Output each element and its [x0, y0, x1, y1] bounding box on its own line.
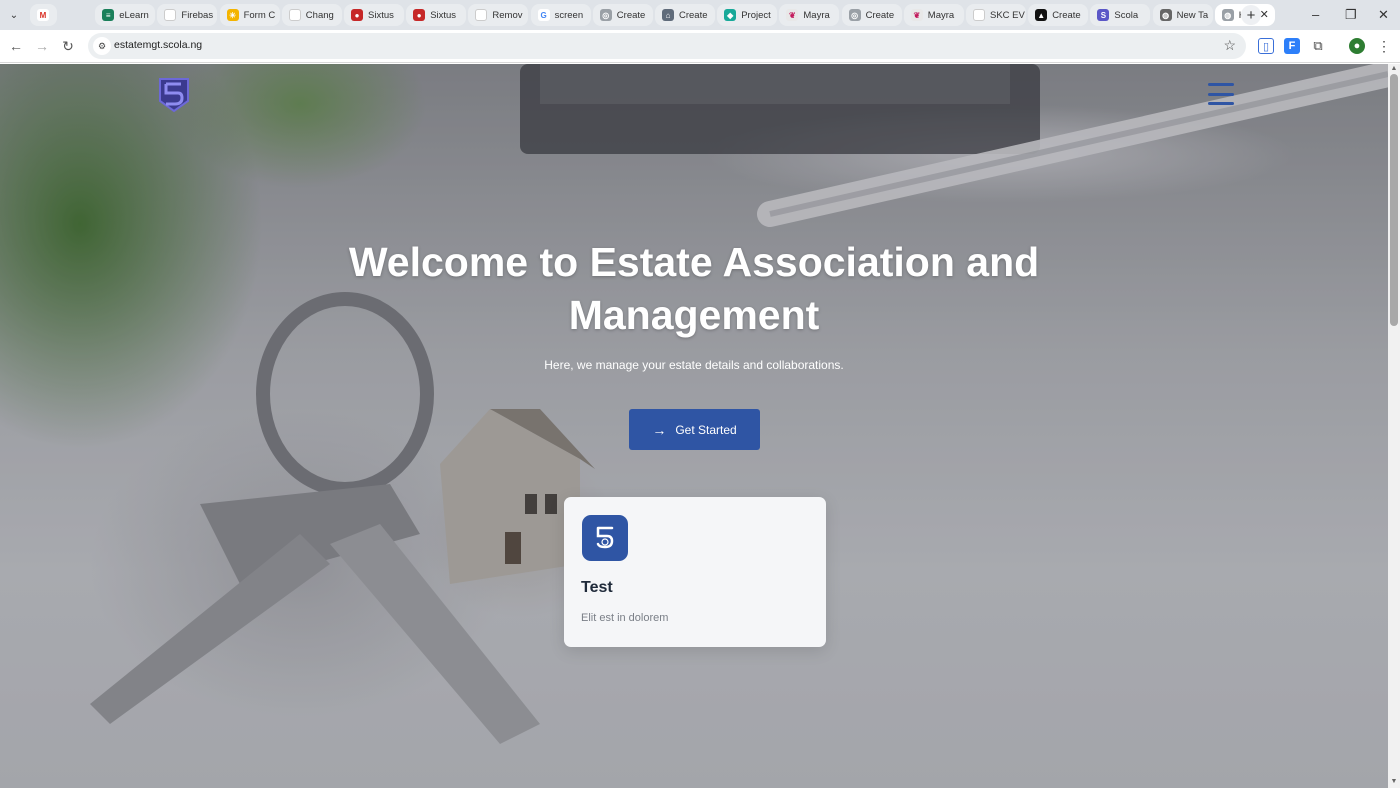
- tab-label: SKC EV: [990, 9, 1025, 21]
- minimize-icon[interactable]: –: [1312, 7, 1319, 22]
- browser-tab[interactable]: ● Sixtus: [344, 4, 404, 26]
- browser-tab[interactable]: ◎ Create: [841, 4, 902, 26]
- page-scrollbar[interactable]: ▲ ▼: [1388, 64, 1400, 788]
- tab-label: Project: [741, 9, 771, 21]
- card-title: Test: [581, 579, 613, 596]
- browser-tab[interactable]: ✳ Form C: [219, 4, 280, 26]
- tab-label: Form C: [243, 9, 276, 21]
- reload-icon[interactable]: ↻: [59, 37, 77, 55]
- tab-label: Chang: [305, 9, 334, 21]
- tab-favicon-icon: ▲: [1035, 9, 1048, 21]
- tab-favicon-icon: [164, 9, 177, 21]
- site-logo[interactable]: [158, 77, 190, 113]
- feature-card[interactable]: Test Elit est in dolorem: [564, 497, 826, 647]
- browser-tab[interactable]: ❦ Mayra: [779, 4, 840, 26]
- extension-translate-icon[interactable]: F: [1284, 38, 1300, 54]
- page-viewport: Welcome to Estate Association and Manage…: [0, 64, 1388, 788]
- tab-favicon-icon: ❦: [910, 9, 923, 21]
- tab-label: Remov: [492, 9, 523, 21]
- back-icon[interactable]: ←: [7, 37, 25, 55]
- profile-avatar[interactable]: ●: [1349, 38, 1365, 54]
- tab-favicon-icon: ◎: [599, 9, 612, 21]
- tab-favicon-icon: ●: [413, 9, 426, 21]
- scroll-thumb[interactable]: [1390, 74, 1398, 326]
- arrow-right-icon: →: [652, 421, 667, 438]
- browser-tab[interactable]: Gscreen: [530, 4, 591, 26]
- tab-favicon-icon: S: [1097, 9, 1110, 21]
- browser-tab[interactable]: ❦ Mayra: [903, 4, 964, 26]
- tab-favicon-icon: ◍: [1221, 9, 1234, 21]
- tab-favicon-icon: ●: [351, 9, 363, 21]
- tab-label: Create: [865, 9, 895, 21]
- tab-favicon-icon: [475, 9, 488, 21]
- browser-tab[interactable]: ● Sixtus: [406, 4, 467, 26]
- browser-tab[interactable]: ≡ eLearn: [95, 4, 156, 26]
- tab-label: eLearn: [119, 9, 149, 21]
- browser-tab[interactable]: ▲ Create: [1028, 4, 1089, 26]
- tab-label: Sixtus: [430, 9, 457, 21]
- bookmark-star-icon[interactable]: ☆: [1223, 37, 1236, 54]
- browser-tab[interactable]: ◎ Create: [592, 4, 653, 26]
- tab-label: Sixtus: [368, 9, 394, 21]
- url-text[interactable]: estatemgt.scola.ng: [114, 39, 202, 51]
- site-info-icon[interactable]: ⚙: [93, 37, 111, 55]
- tab-favicon-icon: M: [37, 9, 49, 21]
- tab-favicon-icon: ⌂: [662, 9, 674, 21]
- tab-label: screen: [554, 9, 584, 21]
- browser-toolbar: ← → ↻ ⚙ estatemgt.scola.ng ☆ ▯ F ⧉ ● ⋮: [0, 30, 1400, 63]
- tab-label: Mayra: [927, 9, 955, 21]
- tab-favicon-icon: [973, 9, 985, 21]
- browser-tab[interactable]: Chang: [281, 4, 342, 26]
- tab-label: Create: [1052, 9, 1081, 21]
- extension-icon[interactable]: ▯: [1258, 38, 1274, 54]
- browser-tab[interactable]: ⌂ Create: [655, 4, 715, 26]
- browser-tab[interactable]: S Scola: [1090, 4, 1151, 26]
- tab-favicon-icon: ❦: [786, 9, 799, 21]
- forward-icon[interactable]: →: [33, 37, 51, 55]
- card-logo-icon: [582, 515, 628, 561]
- scroll-up-icon[interactable]: ▲: [1390, 65, 1398, 73]
- tab-label: Create: [679, 9, 708, 21]
- browser-tab[interactable]: Remov: [468, 4, 529, 26]
- tab-favicon-icon: G: [537, 9, 550, 21]
- extensions-puzzle-icon[interactable]: ⧉: [1310, 38, 1326, 54]
- tab-label: Create: [616, 9, 646, 21]
- hamburger-menu-icon[interactable]: [1208, 83, 1234, 105]
- card-description: Elit est in dolorem: [581, 612, 669, 624]
- restore-icon[interactable]: ❐: [1345, 7, 1357, 23]
- new-tab-button[interactable]: +: [1241, 5, 1261, 25]
- browser-tab[interactable]: M: [30, 4, 57, 26]
- browser-menu-icon[interactable]: ⋮: [1376, 38, 1392, 54]
- hero-subtitle: Here, we manage your estate details and …: [544, 358, 844, 372]
- tab-favicon-icon: ◆: [724, 9, 737, 21]
- get-started-button[interactable]: → Get Started: [629, 409, 760, 450]
- get-started-label: Get Started: [675, 422, 737, 437]
- browser-tabstrip: ⌄ M ≡ eLearn Firebas ✳ Form C Chang ● Sixtus ● Six…: [0, 0, 1400, 30]
- browser-tab[interactable]: Firebas: [157, 4, 218, 26]
- tab-favicon-icon: ◎: [848, 9, 861, 21]
- tab-label: Scola: [1114, 9, 1139, 21]
- tab-label: Mayra: [803, 9, 830, 21]
- browser-tab[interactable]: ◆ Project: [717, 4, 778, 26]
- tab-search-icon[interactable]: ⌄: [5, 6, 23, 24]
- hero-title: Welcome to Estate Association and Manage…: [348, 239, 1040, 338]
- browser-tab[interactable]: SKC EV: [966, 4, 1026, 26]
- address-bar[interactable]: ⚙ estatemgt.scola.ng ☆: [88, 33, 1246, 59]
- browser-tab[interactable]: ◍ New Ta: [1152, 4, 1213, 26]
- close-window-icon[interactable]: ✕: [1378, 7, 1389, 23]
- tab-label: Firebas: [181, 9, 214, 21]
- tab-label: New Ta: [1176, 9, 1209, 21]
- tab-favicon-icon: ◍: [1159, 9, 1172, 21]
- tab-favicon-icon: [288, 9, 301, 21]
- tab-favicon-icon: ≡: [102, 9, 115, 21]
- scroll-down-icon[interactable]: ▼: [1390, 778, 1398, 786]
- tab-favicon-icon: ✳: [226, 9, 239, 21]
